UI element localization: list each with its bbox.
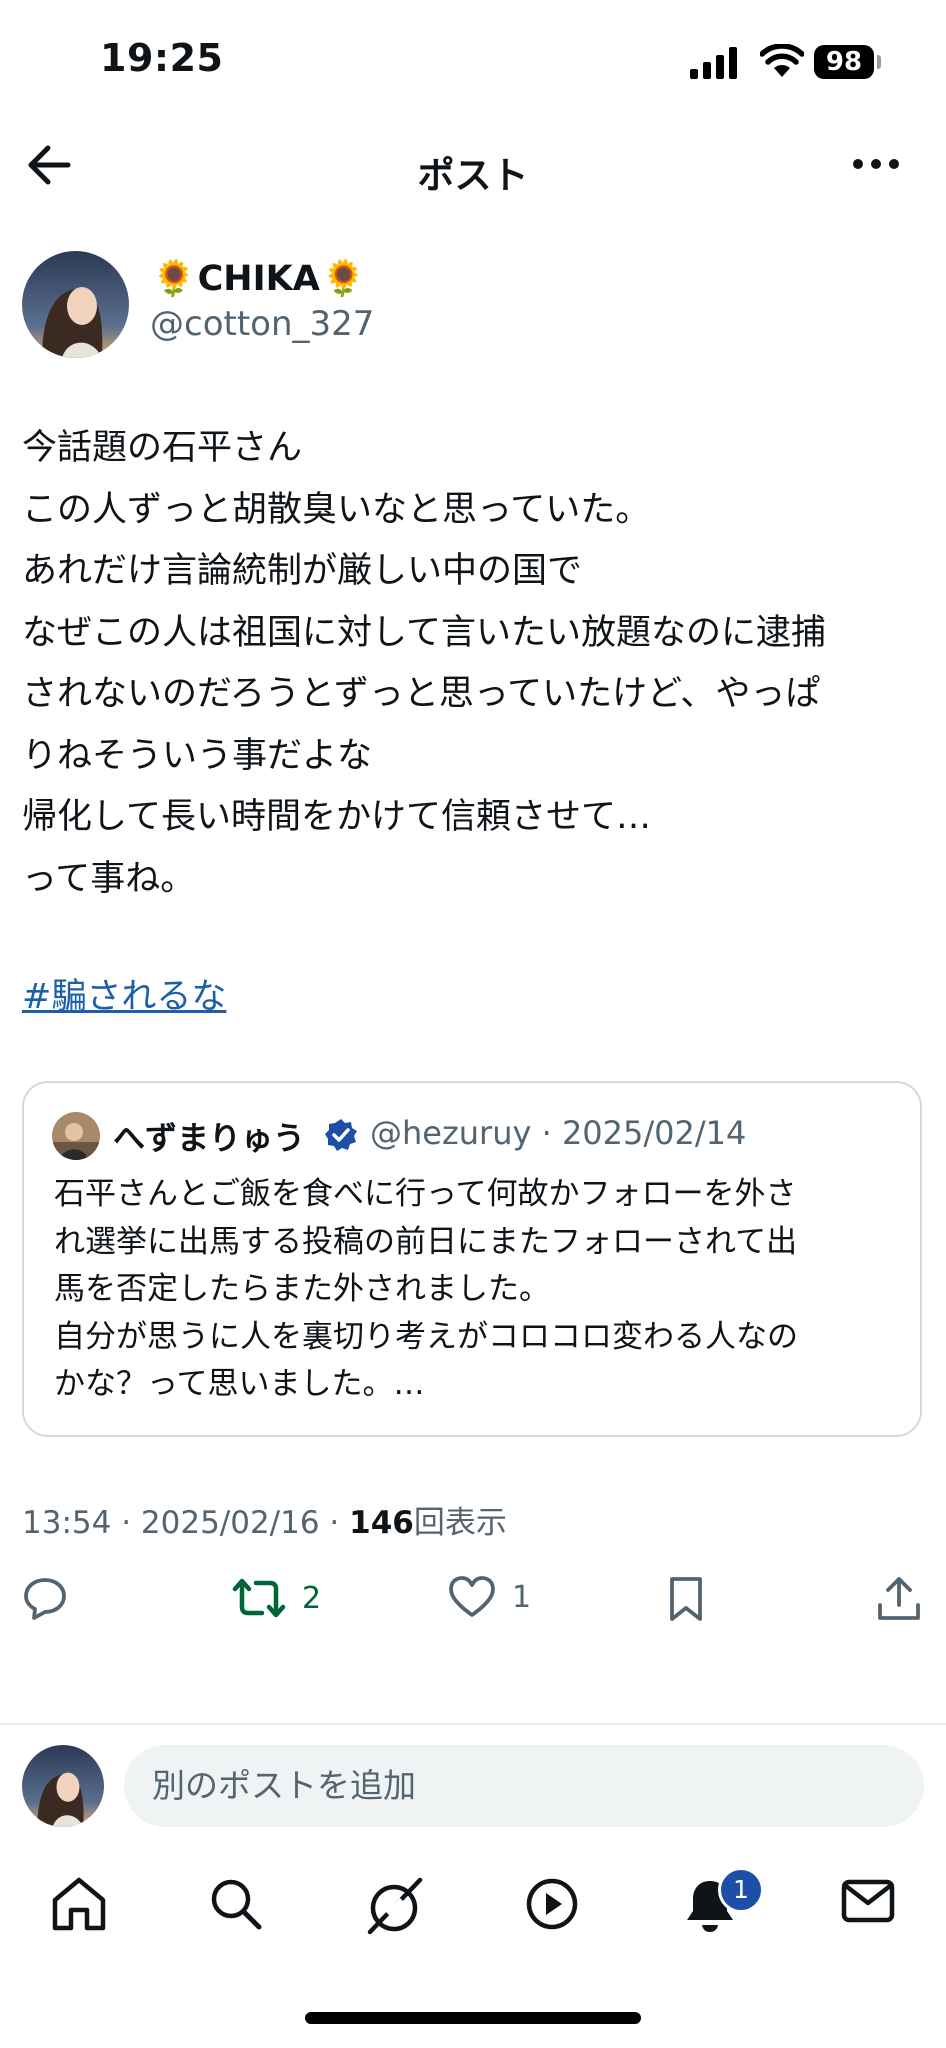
post-line: されないのだろうとずっと思っていたけど、やっぱ xyxy=(22,674,821,714)
search-icon[interactable] xyxy=(208,1876,264,1932)
post-line: りねそういう事だよな xyxy=(22,735,373,776)
cellular-signal-icon xyxy=(690,47,737,79)
quote-line: 自分が思うに人を裏切り考えがコロコロ変わる人なの xyxy=(54,1318,798,1355)
share-icon xyxy=(878,1577,920,1620)
post-line: なぜこの人は祖国に対して言いたい放題なのに逮捕 xyxy=(22,612,826,653)
messages-mail-icon[interactable] xyxy=(840,1876,896,1926)
reply-input[interactable]: 別のポストを追加 xyxy=(124,1745,924,1827)
post-line: 今話題の石平さん xyxy=(22,428,303,468)
heart-icon xyxy=(449,1576,495,1617)
view-label: 回表示 xyxy=(413,1505,507,1541)
quoted-handle-date: @hezuruy · 2025/02/14 xyxy=(370,1114,747,1152)
video-play-icon[interactable] xyxy=(524,1876,580,1932)
post-line: あれだけ言論統制が厳しい中の国で xyxy=(22,551,583,591)
post-timestamp: 13:54 · 2025/02/16 · xyxy=(22,1505,350,1541)
reply-icon xyxy=(24,1578,66,1620)
share-button[interactable] xyxy=(876,1575,922,1623)
battery-nub xyxy=(877,55,881,69)
more-options-icon[interactable] xyxy=(852,157,900,171)
author-name[interactable]: 🌻 CHIKA 🌻 xyxy=(152,258,366,300)
quote-line: れ選挙に出馬する投稿の前日にまたフォローされて出 xyxy=(54,1223,798,1260)
view-count[interactable]: 146 xyxy=(349,1505,414,1541)
page-title: ポスト xyxy=(417,154,529,197)
post-meta: 13:54 · 2025/02/16 · 146回表示 xyxy=(22,1497,507,1542)
sunflower-emoji-icon: 🌻 xyxy=(321,259,366,299)
my-avatar xyxy=(22,1745,104,1827)
wifi-icon xyxy=(760,44,804,77)
like-button[interactable]: 1 xyxy=(448,1575,531,1619)
post-line: この人ずっと胡散臭いなと思っていた。 xyxy=(22,489,651,530)
hashtag-link[interactable]: #騙されるな xyxy=(22,968,226,1019)
author-display-name: CHIKA xyxy=(197,258,320,299)
sunflower-emoji-icon: 🌻 xyxy=(152,259,196,299)
grok-icon[interactable] xyxy=(364,1876,424,1936)
post-line: 帰化して長い時間をかけて信頼させて… xyxy=(22,797,651,837)
verified-badge-icon xyxy=(325,1119,357,1151)
repost-count: 2 xyxy=(302,1580,322,1616)
repost-icon xyxy=(232,1578,286,1618)
post-body: 今話題の石平さん この人ずっと胡散臭いなと思っていた。 あれだけ言論統制が厳しい… xyxy=(22,418,922,910)
quote-line: 馬を否定したらまた外されました。 xyxy=(54,1271,550,1307)
quoted-author-avatar xyxy=(52,1112,100,1160)
quoted-author-name: へずまりゅう xyxy=(113,1119,306,1157)
quoted-post-body: 石平さんとご飯を食べに行って何故かフォローを外さ れ選挙に出馬する投稿の前日にま… xyxy=(54,1171,894,1409)
battery-indicator: 98 xyxy=(814,45,874,79)
home-icon[interactable] xyxy=(50,1876,108,1932)
author-handle[interactable]: @cotton_327 xyxy=(150,304,374,344)
post-line: って事ね。 xyxy=(22,858,196,899)
like-count: 1 xyxy=(512,1579,532,1615)
home-indicator xyxy=(305,2012,641,2024)
quote-line: 石平さんとご飯を食べに行って何故かフォローを外さ xyxy=(54,1176,797,1212)
notifications-badge: 1 xyxy=(718,1867,764,1913)
quote-line: かな？って思いました。… xyxy=(54,1366,425,1402)
bookmark-button[interactable] xyxy=(666,1575,706,1623)
reply-button[interactable] xyxy=(22,1575,68,1621)
status-time: 19:25 xyxy=(100,36,224,80)
bookmark-icon xyxy=(670,1577,702,1621)
repost-button[interactable]: 2 xyxy=(232,1575,321,1621)
author-avatar[interactable] xyxy=(22,251,129,358)
divider xyxy=(0,1723,946,1725)
